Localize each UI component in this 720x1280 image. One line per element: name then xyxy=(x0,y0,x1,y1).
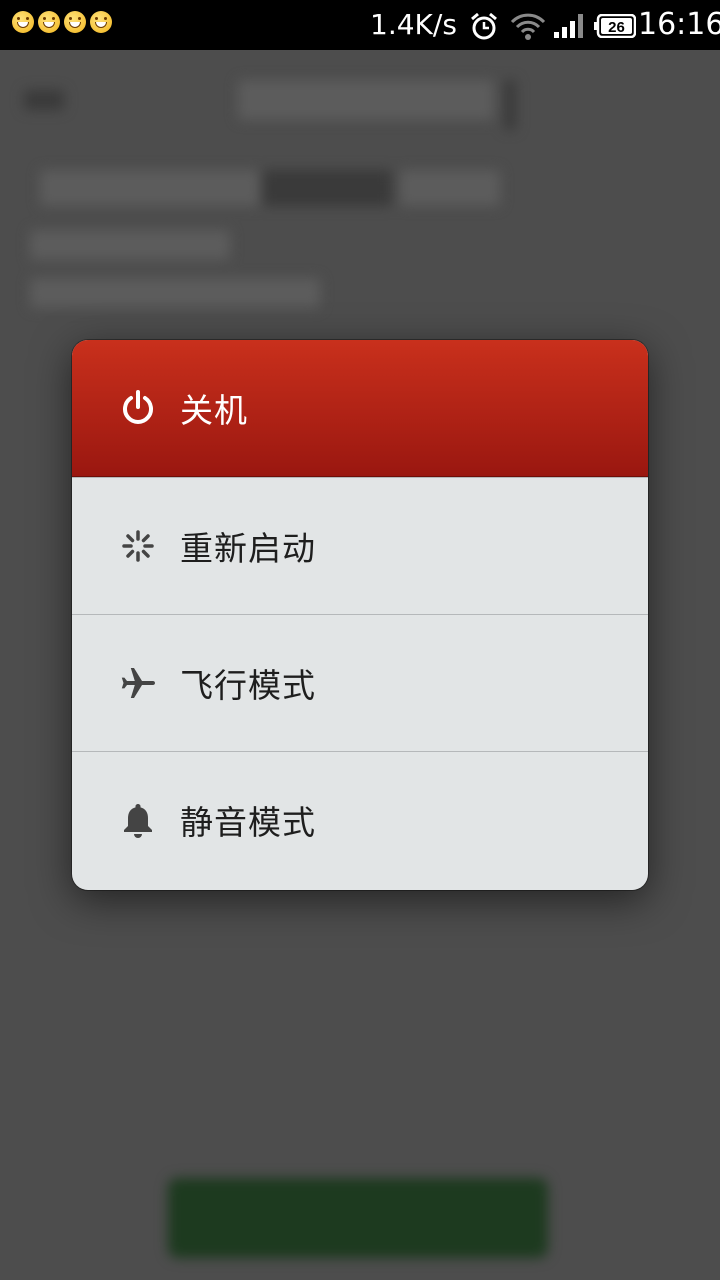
grin-emoji-icon xyxy=(64,11,86,33)
background-green-button xyxy=(168,1178,548,1258)
battery-level: 26 xyxy=(608,19,625,36)
restart-spinner-icon xyxy=(118,526,158,566)
grin-emoji-icon xyxy=(90,11,112,33)
bell-icon xyxy=(118,800,158,840)
grin-emoji-icon xyxy=(38,11,60,33)
grin-emoji-icon xyxy=(12,11,34,33)
status-bar: 1.4K/s 26 16:16 xyxy=(0,0,720,50)
alarm-clock-icon xyxy=(471,12,497,40)
restart-label: 重新启动 xyxy=(180,529,316,568)
restart-option[interactable]: 重新启动 xyxy=(72,477,648,614)
power-icon xyxy=(118,388,158,428)
wifi-icon xyxy=(510,13,546,40)
silent-mode-label: 静音模式 xyxy=(180,803,316,842)
power-options-dialog: 关机 重新启动 飞行模式 静音模式 xyxy=(72,340,648,890)
airplane-mode-option[interactable]: 飞行模式 xyxy=(72,614,648,751)
shutdown-label: 关机 xyxy=(180,391,248,430)
shutdown-option[interactable]: 关机 xyxy=(72,340,648,477)
airplane-mode-label: 飞行模式 xyxy=(180,666,316,705)
battery-icon: 26 xyxy=(594,14,636,38)
signal-strength-icon xyxy=(554,14,583,38)
status-time: 16:16 xyxy=(638,7,720,42)
network-speed: 1.4K/s xyxy=(370,8,457,41)
airplane-icon xyxy=(118,663,158,703)
silent-mode-option[interactable]: 静音模式 xyxy=(72,751,648,888)
